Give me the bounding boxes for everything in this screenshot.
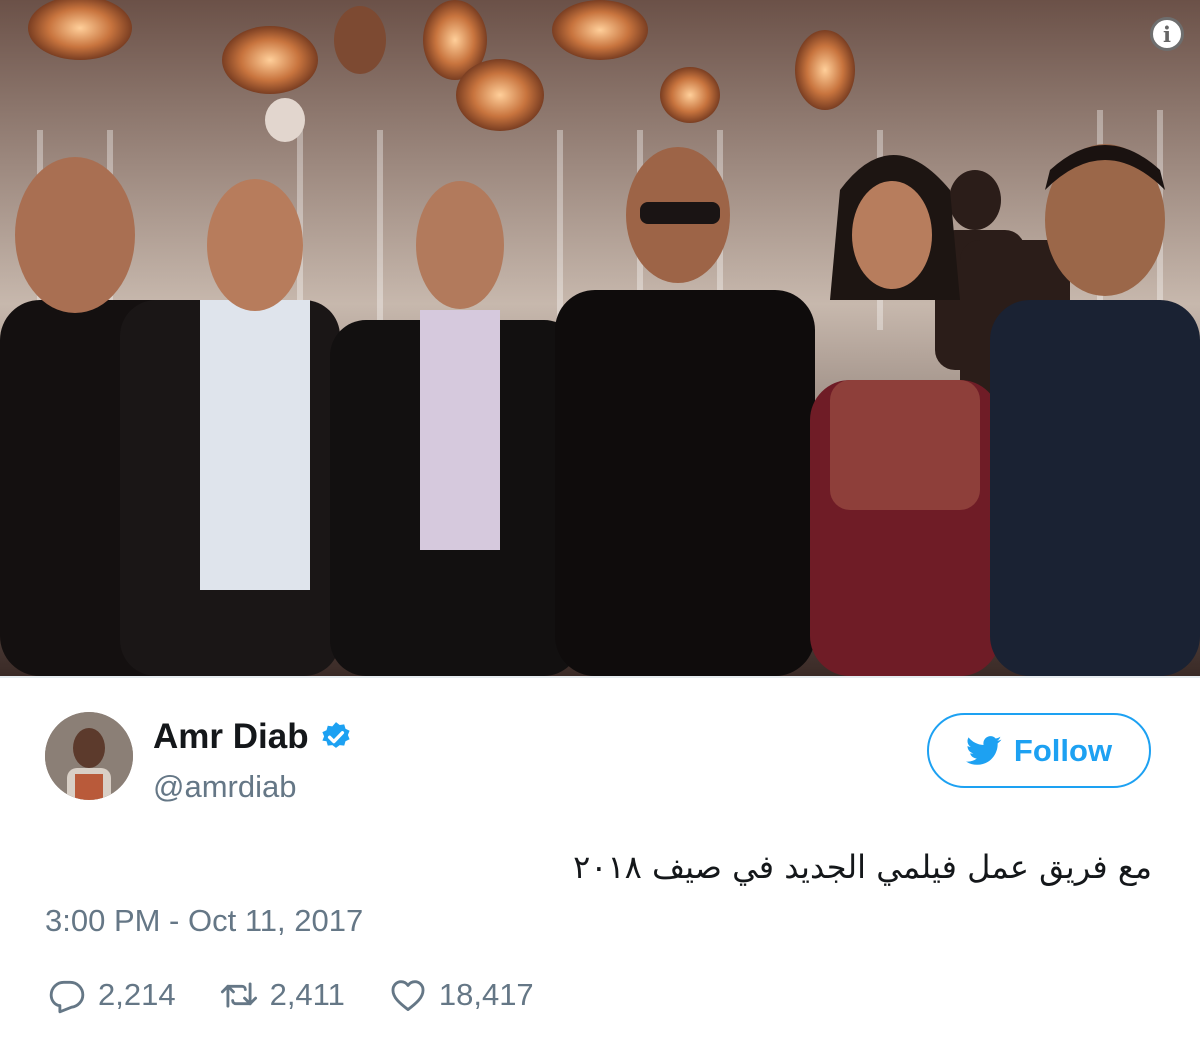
retweet-count: 2,411 bbox=[269, 977, 345, 1012]
avatar[interactable] bbox=[45, 712, 133, 800]
tweet-text: مع فريق عمل فيلمي الجديد في صيف ٢٠١٨ bbox=[573, 848, 1152, 886]
reply-button[interactable]: 2,214 bbox=[46, 976, 176, 1014]
user-handle[interactable]: @amrdiab bbox=[153, 769, 296, 805]
avatar-image bbox=[45, 712, 133, 800]
user-name[interactable]: Amr Diab bbox=[153, 717, 353, 757]
embedded-tweet: i Amr Diab @amrdiab Follow مع فريق عمل ف… bbox=[0, 0, 1200, 1055]
follow-label: Follow bbox=[1013, 732, 1113, 768]
twitter-bird-icon bbox=[965, 735, 1002, 765]
photo-divider bbox=[0, 676, 1200, 678]
info-icon[interactable]: i bbox=[1150, 17, 1184, 51]
reply-count: 2,214 bbox=[98, 977, 176, 1012]
tweet-actions: 2,214 2,411 18,417 bbox=[46, 974, 576, 1016]
tweet-photo[interactable]: i bbox=[0, 0, 1200, 676]
retweet-button[interactable]: 2,411 bbox=[218, 976, 345, 1014]
heart-icon bbox=[391, 980, 425, 1011]
photo-scene bbox=[0, 0, 1200, 676]
retweet-icon bbox=[220, 982, 257, 1008]
user-name-label[interactable]: Amr Diab bbox=[153, 717, 309, 757]
like-count: 18,417 bbox=[438, 977, 534, 1012]
reply-icon bbox=[49, 980, 85, 1014]
verified-badge-icon bbox=[321, 722, 350, 748]
follow-button[interactable]: Follow bbox=[927, 713, 1151, 788]
like-button[interactable]: 18,417 bbox=[387, 976, 534, 1014]
tweet-timestamp[interactable]: 3:00 PM - Oct 11, 2017 bbox=[45, 903, 363, 939]
